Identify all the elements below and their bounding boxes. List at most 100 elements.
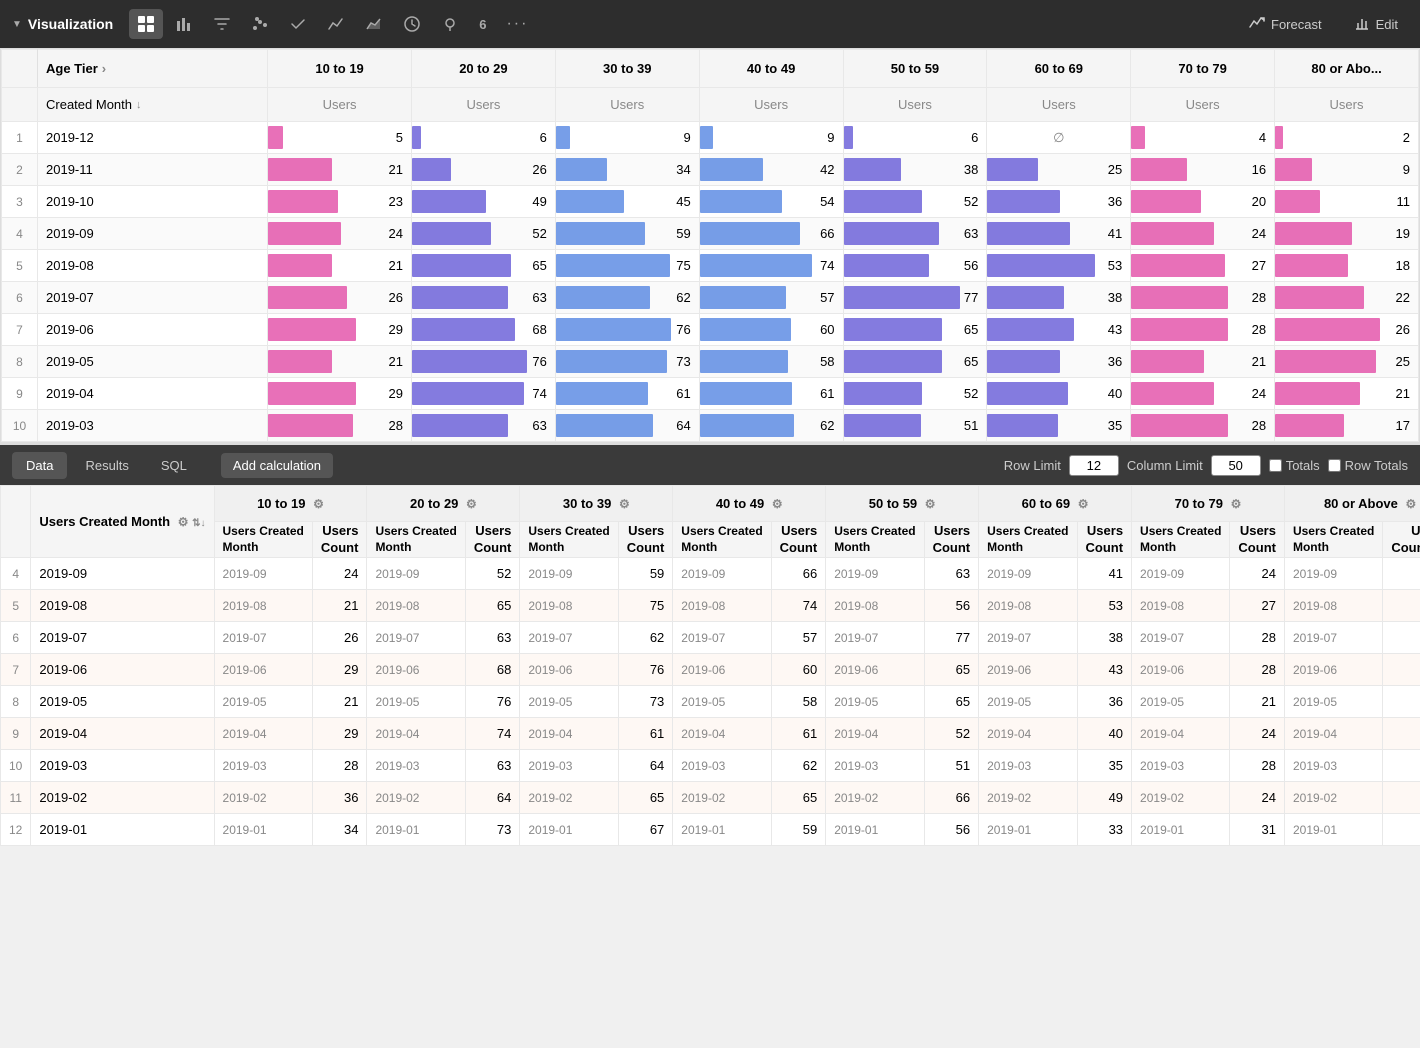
results-count-cell: 52 xyxy=(924,718,979,750)
bar-fill xyxy=(987,254,1094,277)
age-tier-pivot-header-8[interactable]: 80 or Above ⚙ xyxy=(1284,486,1420,522)
age-tier-header[interactable]: Age Tier › xyxy=(38,50,268,88)
add-calculation-button[interactable]: Add calculation xyxy=(221,453,333,478)
edit-button[interactable]: Edit xyxy=(1344,9,1408,40)
number-button[interactable]: 6 xyxy=(471,11,494,38)
bar-fill xyxy=(412,286,508,309)
results-count-cell: 34 xyxy=(312,814,367,846)
gear-icon-col7[interactable]: ⚙ xyxy=(1231,497,1242,511)
sub-h-dim-5: Users CreatedMonth xyxy=(826,522,924,558)
col-limit-input[interactable] xyxy=(1211,455,1261,476)
col-header-2029[interactable]: 20 to 29 xyxy=(412,50,556,88)
results-row-number: 7 xyxy=(1,654,31,686)
gear-icon-col2[interactable]: ⚙ xyxy=(466,497,477,511)
bar-cell: 24 xyxy=(1131,218,1275,250)
bar-fill xyxy=(700,350,788,373)
age-tier-pivot-header-2[interactable]: 20 to 29 ⚙ xyxy=(367,486,520,522)
map-button[interactable] xyxy=(433,9,467,39)
bar-cell: 74 xyxy=(699,250,843,282)
bar-cell: 61 xyxy=(555,378,699,410)
bar-cell: 28 xyxy=(1131,410,1275,442)
col-header-7079[interactable]: 70 to 79 xyxy=(1131,50,1275,88)
viz-table-wrapper[interactable]: Age Tier › 10 to 19 20 to 29 30 to 39 40… xyxy=(1,49,1419,442)
data-tab[interactable]: Data xyxy=(12,452,67,479)
results-count-cell: 76 xyxy=(465,686,520,718)
col-header-80plus[interactable]: 80 or Abo... xyxy=(1275,50,1419,88)
bar-fill xyxy=(700,254,812,277)
age-tier-pivot-header-6[interactable]: 60 to 69 ⚙ xyxy=(979,486,1132,522)
sort-icon: ⇅↓ xyxy=(192,518,205,529)
results-count-cell: 26 xyxy=(312,622,367,654)
results-table-area[interactable]: Users Created Month ⚙ ⇅↓ 10 to 19 ⚙ 20 t… xyxy=(0,485,1420,846)
results-count-cell: 66 xyxy=(771,558,826,590)
results-sub-date: 2019-02 xyxy=(367,782,465,814)
row-totals-checkbox[interactable] xyxy=(1328,459,1341,472)
scatter-button[interactable] xyxy=(243,9,277,39)
bar-cell: 60 xyxy=(699,314,843,346)
col-header-6069[interactable]: 60 to 69 xyxy=(987,50,1131,88)
results-count-cell: 67 xyxy=(618,814,673,846)
checkmark-button[interactable] xyxy=(281,9,315,39)
area-chart-button[interactable] xyxy=(357,9,391,39)
bar-cell: 62 xyxy=(699,410,843,442)
bar-cell: 20 xyxy=(1131,186,1275,218)
filter-button[interactable] xyxy=(205,9,239,39)
bar-cell: 19 xyxy=(1275,218,1419,250)
table-view-button[interactable] xyxy=(129,9,163,39)
gear-icon-col1[interactable]: ⚙ xyxy=(313,497,324,511)
bar-fill xyxy=(1131,254,1225,277)
bar-cell: 24 xyxy=(268,218,412,250)
col-header-4049[interactable]: 40 to 49 xyxy=(699,50,843,88)
results-count-cell: 73 xyxy=(465,814,520,846)
results-dim-header[interactable]: Users Created Month ⚙ ⇅↓ xyxy=(31,486,214,558)
results-count-cell: 22 xyxy=(1383,814,1420,846)
totals-checkbox-label[interactable]: Totals xyxy=(1269,458,1320,473)
bar-fill xyxy=(1131,414,1228,437)
gear-icon-col4[interactable]: ⚙ xyxy=(772,497,783,511)
bar-cell: 21 xyxy=(1275,378,1419,410)
row-limit-input[interactable] xyxy=(1069,455,1119,476)
age-tier-pivot-header-1[interactable]: 10 to 19 ⚙ xyxy=(214,486,367,522)
viz-row: 92019-042974616152402421 xyxy=(2,378,1419,410)
sql-tab[interactable]: SQL xyxy=(147,452,201,479)
gear-icon-col6[interactable]: ⚙ xyxy=(1078,497,1089,511)
age-tier-pivot-header-4[interactable]: 40 to 49 ⚙ xyxy=(673,486,826,522)
bar-cell: 18 xyxy=(1275,250,1419,282)
row-totals-checkbox-label[interactable]: Row Totals xyxy=(1328,458,1408,473)
results-sub-date: 2019-05 xyxy=(826,686,924,718)
more-button[interactable]: ··· xyxy=(498,9,536,39)
sub-header-users-3: Users xyxy=(555,88,699,122)
age-tier-pivot-header-7[interactable]: 70 to 79 ⚙ xyxy=(1132,486,1285,522)
col-header-5059[interactable]: 50 to 59 xyxy=(843,50,987,88)
bar-cell: 76 xyxy=(412,346,556,378)
created-month-header[interactable]: Created Month ↓ xyxy=(38,88,268,122)
totals-checkbox[interactable] xyxy=(1269,459,1282,472)
age-tier-pivot-header-3[interactable]: 30 to 39 ⚙ xyxy=(520,486,673,522)
bar-fill xyxy=(700,190,782,213)
bar-cell: 21 xyxy=(268,250,412,282)
gear-icon-col3[interactable]: ⚙ xyxy=(619,497,630,511)
bar-chart-button[interactable] xyxy=(167,9,201,39)
sub-h-dim-6: Users CreatedMonth xyxy=(979,522,1077,558)
bar-fill xyxy=(1275,382,1360,405)
clock-button[interactable] xyxy=(395,9,429,39)
bar-cell: 25 xyxy=(1275,346,1419,378)
col-header-1019[interactable]: 10 to 19 xyxy=(268,50,412,88)
bar-fill xyxy=(1131,350,1204,373)
gear-icon[interactable]: ⚙ xyxy=(178,515,189,529)
results-count-cell: 28 xyxy=(312,750,367,782)
bar-fill xyxy=(700,126,714,149)
results-tab[interactable]: Results xyxy=(71,452,142,479)
col-header-3039[interactable]: 30 to 39 xyxy=(555,50,699,88)
bar-fill xyxy=(268,222,341,245)
gear-icon-col8[interactable]: ⚙ xyxy=(1406,497,1417,511)
line-chart-button[interactable] xyxy=(319,9,353,39)
gear-icon-col5[interactable]: ⚙ xyxy=(925,497,936,511)
results-sub-date: 2019-08 xyxy=(979,590,1077,622)
row-number: 2 xyxy=(2,154,38,186)
results-sub-date: 2019-03 xyxy=(214,750,312,782)
date-cell: 2019-07 xyxy=(38,282,268,314)
bar-cell: 61 xyxy=(699,378,843,410)
forecast-button[interactable]: Forecast xyxy=(1239,9,1332,40)
age-tier-pivot-header-5[interactable]: 50 to 59 ⚙ xyxy=(826,486,979,522)
